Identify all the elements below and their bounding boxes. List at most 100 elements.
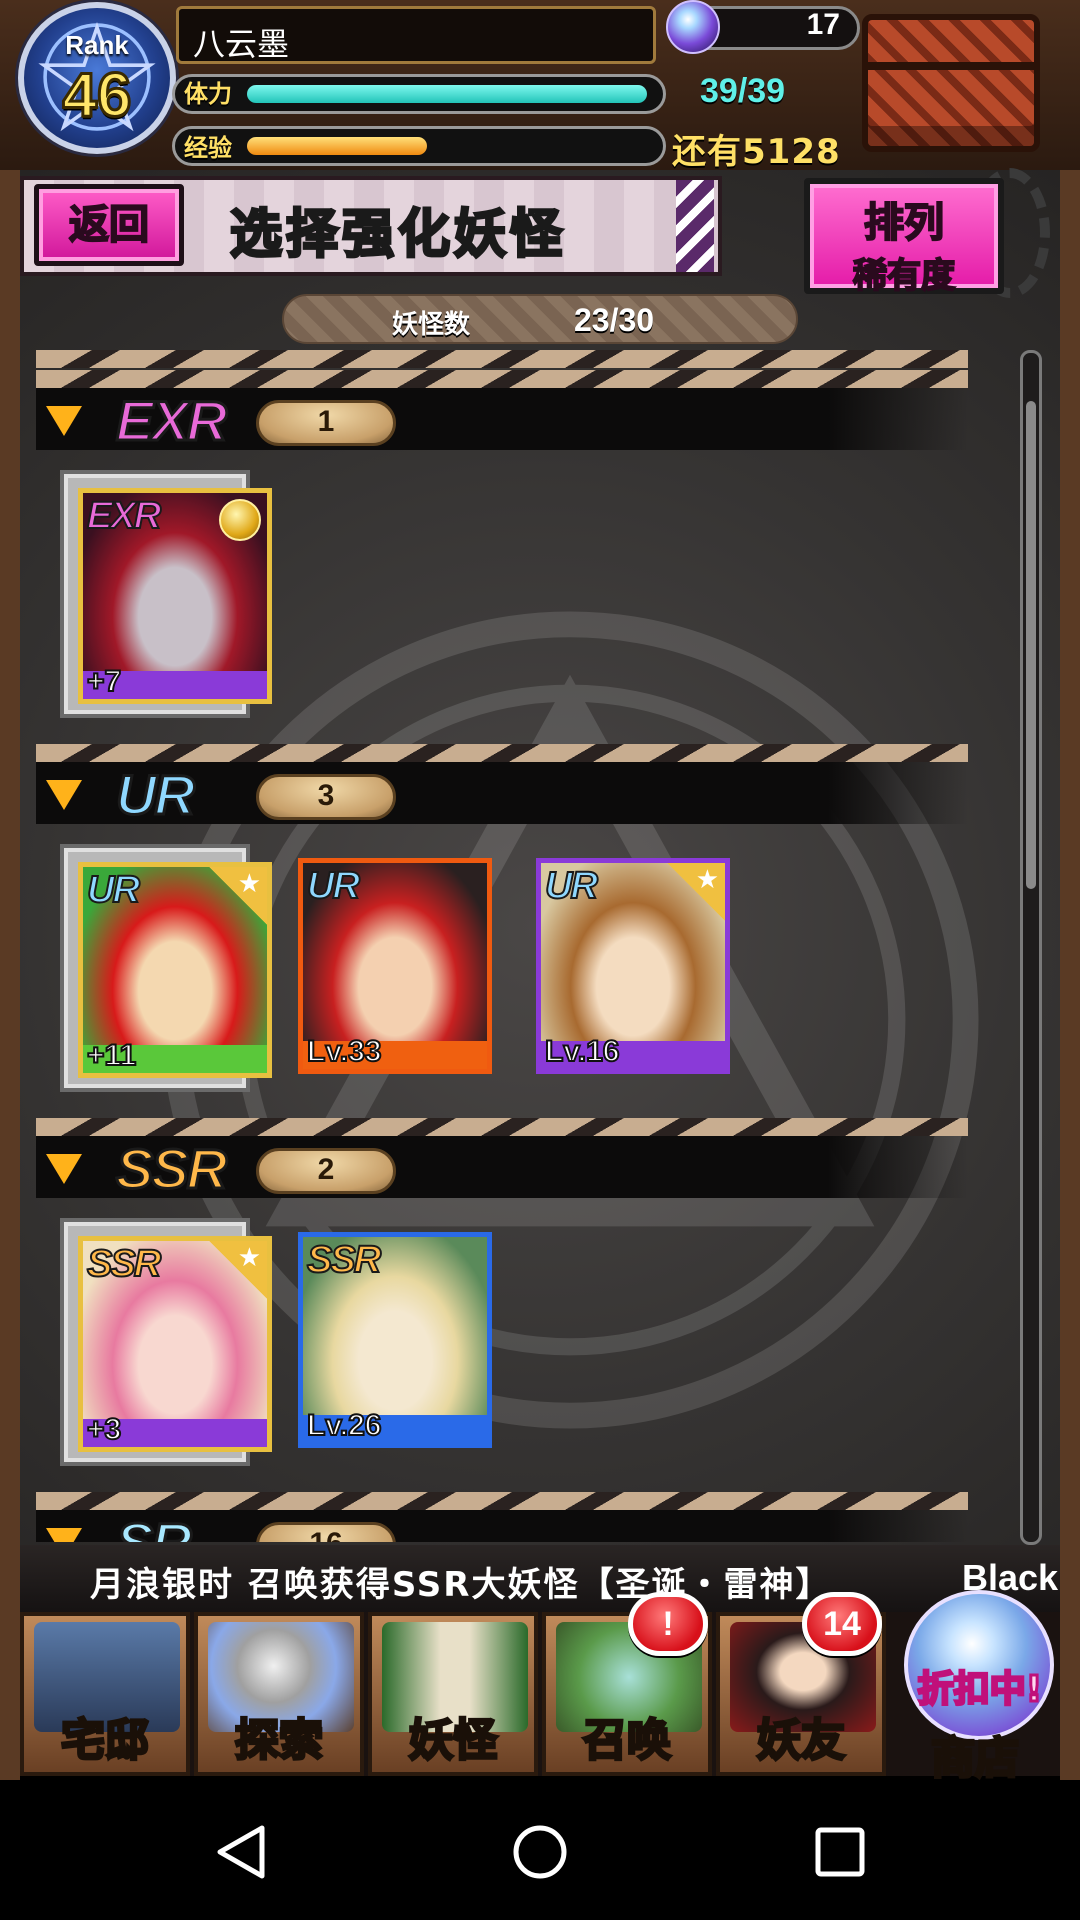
- rope-divider: [36, 1118, 968, 1136]
- left-frame: [0, 0, 20, 1780]
- gem-count: 17: [806, 8, 840, 41]
- rope-divider: [36, 1492, 968, 1510]
- card-row: SSR ★ +3 SSR Lv.26: [36, 1218, 968, 1468]
- nav-magnifier-map[interactable]: 探索: [194, 1612, 364, 1776]
- page-title: 选择强化妖怪: [228, 204, 567, 267]
- rarity-count: 2: [256, 1148, 396, 1194]
- exp-bar: [172, 126, 666, 166]
- nav-label: 探索: [234, 1714, 325, 1768]
- card-frame: UR Lv.33: [298, 858, 492, 1074]
- exp-bar-fill: [247, 137, 427, 155]
- notification-badge: !: [628, 1592, 708, 1656]
- rank-label: Rank: [65, 30, 129, 60]
- monster-count-label: 妖怪数: [392, 310, 471, 340]
- system-nav-bar: [0, 1780, 1080, 1920]
- sort-label: 排列: [863, 199, 945, 247]
- nav-label: 妖怪: [408, 1714, 499, 1768]
- notification-badge: 14: [802, 1592, 882, 1656]
- ticker-message: 月浪银时 召唤获得SSR大妖怪【圣诞・雷神】: [90, 1565, 832, 1605]
- collapse-arrow-icon[interactable]: [46, 1528, 82, 1542]
- rarity-label: SR: [115, 1510, 194, 1543]
- card-row: EXR +7: [36, 470, 968, 720]
- star-corner-icon: ★: [209, 867, 267, 925]
- card-rarity-label: UR: [306, 864, 361, 908]
- stamina-bar-fill: [247, 85, 647, 103]
- collapse-arrow-icon[interactable]: [46, 780, 82, 810]
- card-level: Lv.26: [306, 1408, 382, 1443]
- rarity-group-header[interactable]: SR 16: [36, 1492, 968, 1542]
- gold-medal-icon: [219, 499, 261, 541]
- card-frame: SSR Lv.26: [298, 1232, 492, 1448]
- back-triangle-icon[interactable]: [212, 1822, 272, 1882]
- card-frame: EXR +7: [78, 488, 272, 704]
- home-circle-icon[interactable]: [510, 1822, 570, 1882]
- card-level: +3: [86, 1412, 122, 1447]
- rarity-count: 16: [256, 1522, 396, 1542]
- rarity-count: 1: [256, 400, 396, 446]
- news-ticker: 月浪银时 召唤获得SSR大妖怪【圣诞・雷神】 Black: [20, 1545, 1060, 1613]
- exp-label: 经验: [184, 134, 232, 162]
- monster-card[interactable]: UR Lv.33: [298, 858, 492, 1106]
- card-level: +7: [86, 664, 122, 699]
- card-level: Lv.33: [306, 1034, 382, 1069]
- player-name: 八云墨: [193, 25, 290, 63]
- monster-count-value: 23/30: [574, 302, 655, 338]
- star-corner-icon: ★: [667, 863, 725, 921]
- card-rarity-label: SSR: [306, 1238, 382, 1282]
- exp-remaining: 还有5128: [672, 132, 841, 172]
- card-level: +11: [86, 1038, 137, 1073]
- rarity-group-header[interactable]: EXR 1: [36, 370, 968, 480]
- rank-value: 46: [61, 60, 133, 132]
- spirit-gem-icon: [666, 0, 720, 54]
- monster-card[interactable]: EXR +7: [60, 470, 272, 718]
- player-status-header: Rank 46 八云墨 17 体力 39/39 经验 还有5128: [0, 0, 1080, 172]
- nav-scroll[interactable]: 妖怪: [368, 1612, 538, 1776]
- rarity-label: SSR: [114, 1136, 228, 1202]
- collapse-arrow-icon[interactable]: [46, 1154, 82, 1184]
- nav-label: 妖友: [756, 1714, 847, 1768]
- card-row: UR ★ +11 UR Lv.33 UR ★ Lv.16: [36, 844, 968, 1094]
- monster-card[interactable]: SSR ★ +3: [60, 1218, 272, 1466]
- stamina-label: 体力: [184, 80, 232, 108]
- card-frame: UR ★ +11: [78, 862, 272, 1078]
- banner-stripe: [676, 180, 714, 272]
- rarity-label: UR: [115, 762, 197, 828]
- sort-rarity-button[interactable]: 排列 稀有度: [804, 178, 1004, 297]
- rarity-label: EXR: [114, 388, 228, 454]
- scrollbar[interactable]: [1020, 350, 1042, 1545]
- rank-badge[interactable]: Rank 46: [18, 2, 176, 154]
- back-button[interactable]: 返回: [34, 184, 184, 266]
- card-level: Lv.16: [544, 1034, 620, 1069]
- card-rarity-label: UR: [86, 868, 141, 912]
- rope-divider: [36, 744, 968, 762]
- player-name-box: 八云墨: [176, 6, 656, 64]
- nav-mansion[interactable]: 宅邸: [20, 1612, 190, 1776]
- rarity-group-header[interactable]: SSR 2: [36, 1118, 968, 1228]
- rope-divider: [36, 370, 968, 388]
- right-frame: [1060, 0, 1080, 1780]
- monster-card[interactable]: UR ★ Lv.16: [536, 858, 730, 1106]
- nav-label: 召唤: [582, 1714, 673, 1768]
- monster-count: 妖怪数 23/30: [282, 294, 798, 344]
- card-rarity-label: EXR: [86, 494, 162, 538]
- rarity-count: 3: [256, 774, 396, 820]
- rarity-rope-partial: [36, 350, 968, 368]
- monster-card[interactable]: SSR Lv.26: [298, 1232, 492, 1480]
- scrollbar-thumb[interactable]: [1026, 401, 1036, 889]
- card-rarity-label: UR: [544, 864, 599, 908]
- sort-mode: 稀有度: [852, 255, 956, 297]
- treasure-chest-icon[interactable]: [862, 14, 1040, 152]
- card-rarity-label: SSR: [86, 1242, 162, 1286]
- recents-square-icon[interactable]: [810, 1822, 870, 1882]
- card-frame: SSR ★ +3: [78, 1236, 272, 1452]
- monster-card[interactable]: UR ★ +11: [60, 844, 272, 1092]
- stamina-value: 39/39: [700, 72, 786, 110]
- shop-sale-badge: 折扣中!: [916, 1668, 1043, 1712]
- nav-label: 宅邸: [60, 1714, 151, 1768]
- star-corner-icon: ★: [209, 1241, 267, 1299]
- rarity-group-header[interactable]: UR 3: [36, 744, 968, 854]
- monster-list[interactable]: EXR 1 EXR +7 UR 3 UR ★ +11 UR Lv.33 UR ★ Lv.16 SSR 2 SSR…: [36, 350, 1016, 1542]
- card-frame: UR ★ Lv.16: [536, 858, 730, 1074]
- collapse-arrow-icon[interactable]: [46, 406, 82, 436]
- stamina-bar: [172, 74, 666, 114]
